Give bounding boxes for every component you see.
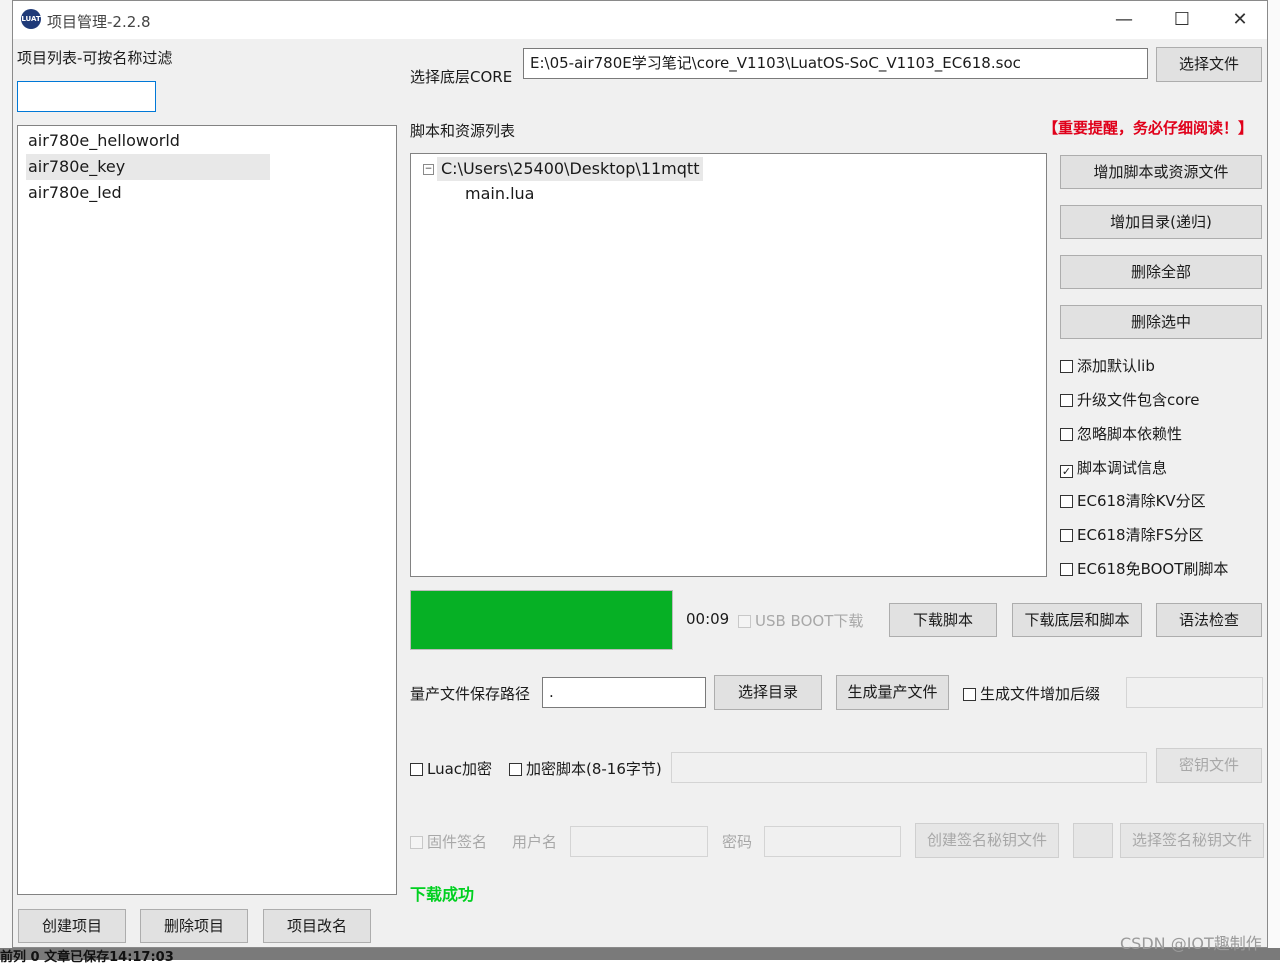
option-include-core[interactable]: 升级文件包含core <box>1060 389 1200 410</box>
download-core-and-script-button[interactable]: 下载底层和脚本 <box>1012 603 1142 637</box>
project-item-selected[interactable]: air780e_key <box>26 154 270 180</box>
rename-project-button[interactable]: 项目改名 <box>263 909 371 943</box>
choose-directory-button[interactable]: 选择目录 <box>714 675 822 710</box>
usb-boot-download-checkbox: USB BOOT下载 <box>738 610 863 631</box>
delete-all-button[interactable]: 删除全部 <box>1060 255 1262 289</box>
app-logo-icon: LUAT <box>21 9 41 29</box>
encrypt-script-checkbox[interactable]: 加密脚本(8-16字节) <box>509 758 662 779</box>
checkbox-icon[interactable] <box>1060 495 1073 508</box>
project-manager-window: LUAT 项目管理-2.2.8 — ☐ ✕ 项目列表-可按名称过滤 air780… <box>12 0 1268 948</box>
encryption-key-input <box>671 752 1147 783</box>
checkbox-icon <box>738 615 751 628</box>
syntax-check-button[interactable]: 语法检查 <box>1156 603 1262 637</box>
choose-core-file-button[interactable]: 选择文件 <box>1156 47 1262 82</box>
checkbox-icon[interactable] <box>1060 394 1073 407</box>
project-list[interactable]: air780e_helloworld air780e_key air780e_l… <box>17 125 397 895</box>
firmware-sign-checkbox: 固件签名 <box>410 831 487 852</box>
username-input <box>570 826 708 857</box>
create-sign-key-button: 创建签名秘钥文件 <box>915 823 1059 858</box>
password-input <box>764 826 901 857</box>
generate-production-file-button[interactable]: 生成量产文件 <box>836 675 949 710</box>
add-script-resource-button[interactable]: 增加脚本或资源文件 <box>1060 155 1262 189</box>
progress-fill <box>411 591 672 649</box>
project-filter-input[interactable] <box>17 81 156 112</box>
important-warning-link[interactable]: 【重要提醒，务必仔细阅读！】 <box>1043 117 1253 138</box>
luac-encrypt-checkbox[interactable]: Luac加密 <box>410 758 492 779</box>
option-add-default-lib[interactable]: 添加默认lib <box>1060 355 1155 376</box>
checkbox-icon <box>410 836 423 849</box>
background-window-right-edge <box>1268 0 1280 960</box>
add-suffix-checkbox[interactable]: 生成文件增加后缀 <box>963 683 1100 704</box>
watermark-text: CSDN @IOT趣制作 <box>1120 934 1262 953</box>
select-sign-key-button: 选择签名秘钥文件 <box>1120 823 1264 858</box>
delete-selected-button[interactable]: 删除选中 <box>1060 305 1262 339</box>
delete-project-button[interactable]: 删除项目 <box>140 909 248 943</box>
option-clear-fs[interactable]: EC618清除FS分区 <box>1060 524 1203 545</box>
tree-file-item[interactable]: main.lua <box>465 182 534 206</box>
core-label: 选择底层CORE <box>410 68 513 86</box>
background-status-bar <box>0 948 1280 960</box>
download-status-message: 下载成功 <box>410 885 475 904</box>
checkbox-icon[interactable] <box>1060 563 1073 576</box>
download-elapsed-time: 00:09 <box>686 610 730 628</box>
window-title: 项目管理-2.2.8 <box>47 13 151 31</box>
minimize-button[interactable]: — <box>1095 1 1153 39</box>
checkbox-icon[interactable] <box>410 763 423 776</box>
add-directory-button[interactable]: 增加目录(递归) <box>1060 205 1262 239</box>
create-project-button[interactable]: 创建项目 <box>18 909 126 943</box>
close-button[interactable]: ✕ <box>1211 1 1269 39</box>
username-label: 用户名 <box>512 833 558 851</box>
checkbox-icon[interactable] <box>509 763 522 776</box>
core-path-input[interactable]: E:\05-air780E学习笔记\core_V1103\LuatOS-SoC_… <box>523 48 1148 79</box>
option-debug-info[interactable]: ✓ 脚本调试信息 <box>1060 457 1167 478</box>
checkbox-icon[interactable] <box>1060 360 1073 373</box>
production-path-label: 量产文件保存路径 <box>410 685 531 703</box>
download-script-button[interactable]: 下载脚本 <box>889 603 997 637</box>
script-resource-tree[interactable]: − C:\Users\25400\Desktop\11mqtt main.lua <box>410 153 1047 577</box>
background-status-text: 前列 0 文章已保存14:17:03 <box>0 950 174 965</box>
scripts-list-label: 脚本和资源列表 <box>410 122 516 140</box>
maximize-button[interactable]: ☐ <box>1153 1 1211 39</box>
password-label: 密码 <box>722 833 753 851</box>
suffix-input <box>1126 677 1263 708</box>
checkbox-icon[interactable] <box>1060 428 1073 441</box>
title-bar: LUAT 项目管理-2.2.8 — ☐ ✕ <box>13 1 1267 39</box>
production-path-input[interactable]: . <box>542 677 706 708</box>
key-file-button: 密钥文件 <box>1156 748 1262 783</box>
checkbox-icon[interactable] <box>963 688 976 701</box>
project-item[interactable]: air780e_led <box>26 180 270 206</box>
checkbox-icon[interactable] <box>1060 529 1073 542</box>
tree-root-folder[interactable]: C:\Users\25400\Desktop\11mqtt <box>437 157 704 181</box>
tree-collapse-icon[interactable]: − <box>423 164 434 175</box>
project-filter-label: 项目列表-可按名称过滤 <box>17 49 173 67</box>
checkbox-checked-icon[interactable]: ✓ <box>1060 465 1073 478</box>
option-no-boot-flash[interactable]: EC618免BOOT刷脚本 <box>1060 558 1228 579</box>
download-progress-bar <box>410 590 673 650</box>
option-clear-kv[interactable]: EC618清除KV分区 <box>1060 490 1206 511</box>
project-item[interactable]: air780e_helloworld <box>26 128 270 154</box>
sign-key-path-box <box>1073 823 1113 858</box>
option-ignore-dependency[interactable]: 忽略脚本依赖性 <box>1060 423 1182 444</box>
